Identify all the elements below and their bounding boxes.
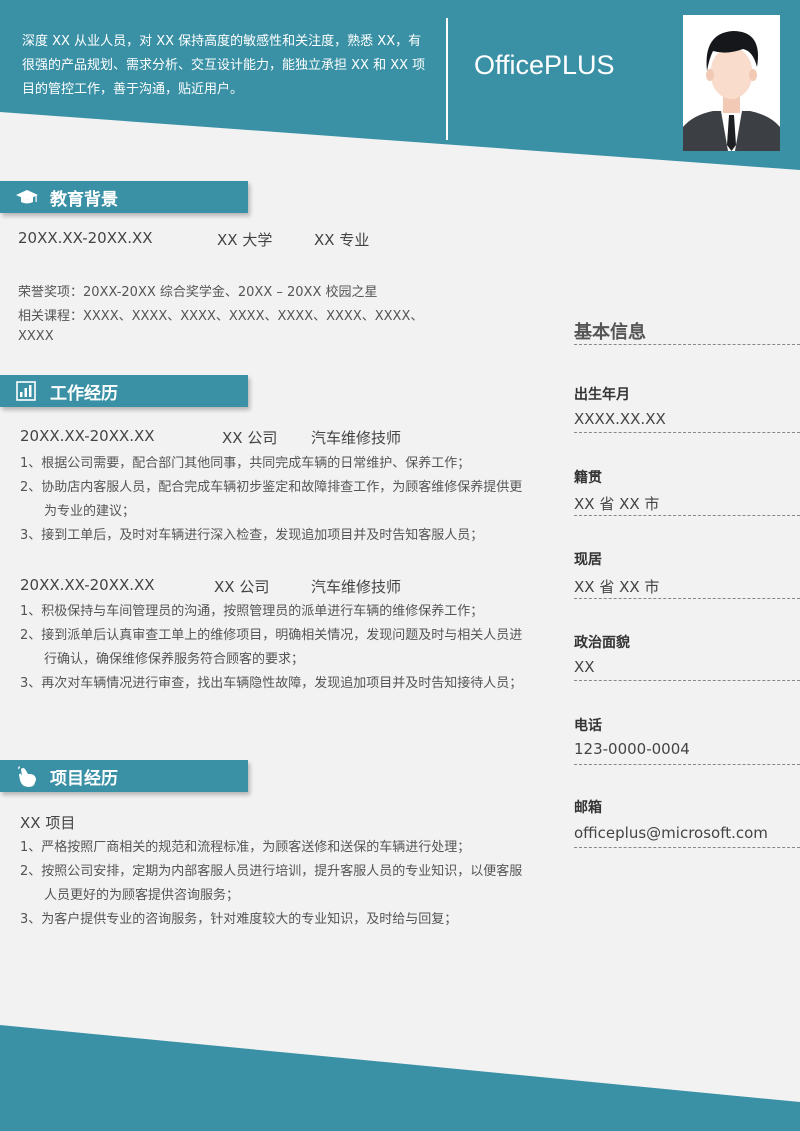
info-label-phone: 电话: [574, 718, 602, 734]
info-value-hometown: XX 省 XX 市: [574, 495, 660, 513]
divider: [574, 598, 800, 599]
section-education-header: 教育背景: [0, 181, 248, 213]
brand-name: OfficePLUS: [474, 50, 615, 80]
info-label-residence: 现居: [574, 552, 602, 568]
divider: [574, 432, 800, 433]
summary-text: 深度 XX 从业人员，对 XX 保持高度的敏感性和关注度，熟悉 XX，有很强的产…: [22, 34, 426, 97]
avatar: [683, 15, 780, 151]
education-school: XX 大学: [217, 231, 273, 249]
job-duty: 2、协助店内客服人员，配合完成车辆初步鉴定和故障排查工作，为顾客维修保养提供更为…: [20, 480, 523, 519]
section-project-header: 项目经历: [0, 760, 248, 792]
job-position: 汽车维修技师: [311, 578, 402, 596]
project-duty: 3、为客户提供专业的咨询服务，针对难度较大的专业知识，及时给与回复；: [20, 912, 458, 927]
bar-chart-icon: [16, 381, 36, 401]
info-value-residence: XX 省 XX 市: [574, 578, 660, 596]
header-divider: [446, 18, 448, 140]
info-value-email: officeplus@microsoft.com: [574, 824, 768, 842]
section-title: 项目经历: [50, 768, 118, 789]
avatar-illustration: [683, 15, 780, 151]
info-label-hometown: 籍贯: [574, 470, 602, 486]
section-work-header: 工作经历: [0, 375, 248, 407]
education-courses-cont: XXXX: [18, 329, 54, 344]
divider: [574, 344, 800, 345]
info-value-political: XX: [574, 658, 595, 676]
job-duty: 1、根据公司需要，配合部门其他同事，共同完成车辆的日常维护、保养工作；: [20, 456, 471, 471]
section-title: 教育背景: [50, 189, 118, 210]
job-duty: 2、接到派单后认真审查工单上的维修项目，明确相关情况，发现问题及时与相关人员进行…: [20, 628, 523, 667]
divider: [574, 764, 800, 765]
project-duty: 2、按照公司安排，定期为内部客服人员进行培训，提升客服人员的专业知识，以便客服人…: [20, 864, 523, 903]
project-duty: 1、严格按照厂商相关的规范和流程标准，为顾客送修和送保的车辆进行处理；: [20, 840, 471, 855]
job-position: 汽车维修技师: [311, 429, 402, 447]
job-duty: 3、接到工单后，及时对车辆进行深入检查，发现追加项目并及时告知客服人员；: [20, 528, 484, 543]
job-period: 20XX.XX-20XX.XX: [20, 427, 155, 445]
info-label-email: 邮箱: [574, 800, 602, 816]
education-courses: 相关课程：XXXX、XXXX、XXXX、XXXX、XXXX、XXXX、XXXX、: [18, 309, 424, 324]
job-duty: 3、再次对车辆情况进行审查，找出车辆隐性故障，发现追加项目并及时告知接待人员；: [20, 676, 523, 691]
job-company: XX 公司: [222, 429, 278, 447]
info-label-political: 政治面貌: [574, 635, 630, 651]
project-name: XX 项目: [20, 814, 76, 832]
job-company: XX 公司: [214, 578, 270, 596]
info-value-phone: 123-0000-0004: [574, 740, 690, 758]
footer-banner: [0, 1025, 800, 1131]
education-major: XX 专业: [314, 231, 370, 249]
info-value-birth: XXXX.XX.XX: [574, 410, 666, 428]
education-period: 20XX.XX-20XX.XX: [18, 229, 153, 247]
divider: [574, 515, 800, 516]
section-title: 工作经历: [50, 383, 118, 404]
job-period: 20XX.XX-20XX.XX: [20, 576, 155, 594]
info-label-birth: 出生年月: [574, 387, 630, 403]
job-duty: 1、积极保持与车间管理员的沟通，按照管理员的派单进行车辆的维修保养工作；: [20, 604, 484, 619]
education-honors: 荣誉奖项：20XX-20XX 综合奖学金、20XX – 20XX 校园之星: [18, 285, 378, 300]
divider: [574, 680, 800, 681]
hand-pointer-icon: [16, 766, 36, 787]
basic-info-title: 基本信息: [574, 322, 646, 343]
graduation-cap-icon: [16, 187, 38, 207]
divider: [574, 847, 800, 848]
